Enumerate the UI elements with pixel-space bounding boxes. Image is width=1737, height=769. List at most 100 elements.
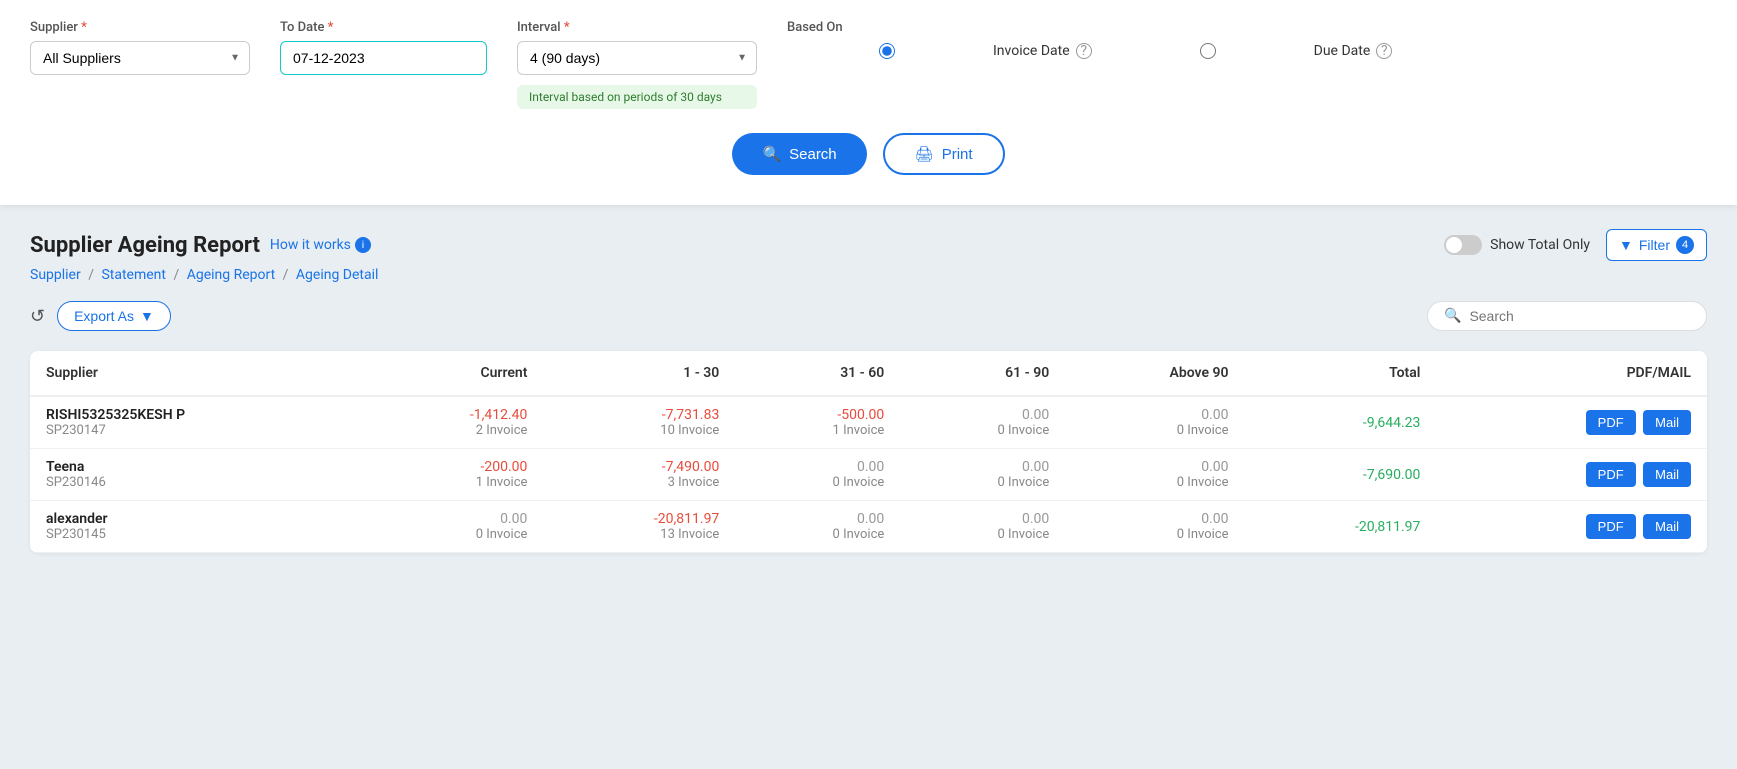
- cell-total-0: -9,644.23: [1245, 396, 1437, 449]
- cell-above90-0: 0.00 0 Invoice: [1065, 396, 1244, 449]
- breadcrumb-sep-2: /: [173, 267, 182, 283]
- above90-count-0: 0 Invoice: [1081, 423, 1228, 438]
- cell-actions-2: PDF Mail: [1436, 501, 1707, 553]
- col-61-90: 61 - 90: [900, 351, 1065, 396]
- cell-61-90-1: 0.00 0 Invoice: [900, 449, 1065, 501]
- refresh-icon[interactable]: ↺: [30, 306, 45, 327]
- current-amount-2: 0.00: [383, 511, 527, 527]
- how-it-works-icon: i: [355, 237, 371, 253]
- cell-current-0: -1,412.40 2 Invoice: [367, 396, 543, 449]
- search-button[interactable]: 🔍 Search: [732, 133, 866, 175]
- to-date-input[interactable]: [280, 41, 487, 75]
- supplier-code-0: SP230147: [46, 423, 351, 438]
- invoice-date-option: Invoice Date ?: [787, 43, 1092, 59]
- col61-90-count-2: 0 Invoice: [916, 527, 1049, 542]
- search-icon: 🔍: [762, 145, 781, 163]
- breadcrumb-sep-3: /: [283, 267, 292, 283]
- report-title-area: Supplier Ageing Report How it works i: [30, 233, 371, 258]
- cell-31-60-1: 0.00 0 Invoice: [735, 449, 900, 501]
- breadcrumb-ageing-report[interactable]: Ageing Report: [187, 267, 275, 283]
- cell-above90-2: 0.00 0 Invoice: [1065, 501, 1244, 553]
- right-controls: Show Total Only ▼ Filter 4: [1444, 229, 1707, 261]
- cell-1-30-0: -7,731.83 10 Invoice: [543, 396, 735, 449]
- table-header-row: Supplier Current 1 - 30 31 - 60 61 - 90 …: [30, 351, 1707, 396]
- col31-60-amount-0: -500.00: [751, 407, 884, 423]
- cell-31-60-2: 0.00 0 Invoice: [735, 501, 900, 553]
- interval-select[interactable]: 4 (90 days): [517, 41, 757, 75]
- col31-60-amount-1: 0.00: [751, 459, 884, 475]
- invoice-date-radio[interactable]: [787, 43, 987, 59]
- to-date-filter-group: To Date *: [280, 20, 487, 75]
- col1-30-amount-1: -7,490.00: [559, 459, 719, 475]
- col61-90-amount-0: 0.00: [916, 407, 1049, 423]
- required-star: *: [81, 20, 87, 35]
- table-row: RISHI5325325KESH P SP230147 -1,412.40 2 …: [30, 396, 1707, 449]
- col-total: Total: [1245, 351, 1437, 396]
- report-title: Supplier Ageing Report: [30, 233, 260, 258]
- current-count-0: 2 Invoice: [383, 423, 527, 438]
- current-amount-1: -200.00: [383, 459, 527, 475]
- supplier-code-2: SP230145: [46, 527, 351, 542]
- due-date-info-icon[interactable]: ?: [1376, 43, 1392, 59]
- cell-actions-0: PDF Mail: [1436, 396, 1707, 449]
- interval-label: Interval *: [517, 20, 757, 35]
- cell-current-1: -200.00 1 Invoice: [367, 449, 543, 501]
- report-section: Supplier Ageing Report How it works i Sh…: [0, 205, 1737, 577]
- mail-button-2[interactable]: Mail: [1643, 514, 1691, 539]
- filters-row: Supplier * All Suppliers To Date * Inter…: [30, 20, 1707, 109]
- pdf-button-0[interactable]: PDF: [1586, 410, 1636, 435]
- invoice-date-info-icon[interactable]: ?: [1076, 43, 1092, 59]
- print-btn-label: Print: [942, 146, 973, 163]
- col1-30-count-2: 13 Invoice: [559, 527, 719, 542]
- how-it-works-link[interactable]: How it works i: [270, 237, 371, 253]
- filter-icon: ▼: [1619, 237, 1633, 253]
- toolbar-row: ↺ Export As ▼ 🔍: [30, 301, 1707, 331]
- above90-count-1: 0 Invoice: [1081, 475, 1228, 490]
- col-31-60: 31 - 60: [735, 351, 900, 396]
- show-total-toggle: Show Total Only: [1444, 235, 1590, 255]
- table-search-input[interactable]: [1469, 308, 1690, 324]
- supplier-name-2: alexander: [46, 511, 351, 527]
- based-on-label: Based On: [787, 20, 1392, 35]
- supplier-code-1: SP230146: [46, 475, 351, 490]
- export-label: Export As: [74, 308, 134, 324]
- filter-button[interactable]: ▼ Filter 4: [1606, 229, 1707, 261]
- breadcrumb-statement[interactable]: Statement: [101, 267, 166, 283]
- cell-actions-1: PDF Mail: [1436, 449, 1707, 501]
- cell-61-90-2: 0.00 0 Invoice: [900, 501, 1065, 553]
- invoice-date-label: Invoice Date: [993, 43, 1070, 59]
- mail-button-0[interactable]: Mail: [1643, 410, 1691, 435]
- cell-above90-1: 0.00 0 Invoice: [1065, 449, 1244, 501]
- current-count-1: 1 Invoice: [383, 475, 527, 490]
- col1-30-count-0: 10 Invoice: [559, 423, 719, 438]
- col61-90-count-1: 0 Invoice: [916, 475, 1049, 490]
- mail-button-1[interactable]: Mail: [1643, 462, 1691, 487]
- filter-label: Filter: [1639, 237, 1670, 253]
- col-above-90: Above 90: [1065, 351, 1244, 396]
- breadcrumb-ageing-detail[interactable]: Ageing Detail: [296, 267, 379, 283]
- due-date-radio[interactable]: [1108, 43, 1308, 59]
- table-search-icon: 🔍: [1444, 308, 1461, 324]
- due-date-label: Due Date: [1314, 43, 1371, 59]
- required-star-3: *: [564, 20, 570, 35]
- pdf-button-1[interactable]: PDF: [1586, 462, 1636, 487]
- show-total-toggle-switch[interactable]: [1444, 235, 1482, 255]
- col31-60-count-1: 0 Invoice: [751, 475, 884, 490]
- export-button[interactable]: Export As ▼: [57, 301, 171, 331]
- cell-1-30-2: -20,811.97 13 Invoice: [543, 501, 735, 553]
- above90-count-2: 0 Invoice: [1081, 527, 1228, 542]
- cell-supplier-1: Teena SP230146: [30, 449, 367, 501]
- col1-30-amount-2: -20,811.97: [559, 511, 719, 527]
- breadcrumb-supplier[interactable]: Supplier: [30, 267, 81, 283]
- supplier-filter-group: Supplier * All Suppliers: [30, 20, 250, 75]
- table-search-box: 🔍: [1427, 301, 1707, 331]
- total-amount-1: -7,690.00: [1261, 467, 1421, 483]
- search-btn-label: Search: [789, 146, 837, 163]
- cell-total-2: -20,811.97: [1245, 501, 1437, 553]
- above90-amount-1: 0.00: [1081, 459, 1228, 475]
- print-button[interactable]: 🖨 Print: [883, 133, 1005, 175]
- col1-30-count-1: 3 Invoice: [559, 475, 719, 490]
- pdf-button-2[interactable]: PDF: [1586, 514, 1636, 539]
- supplier-select[interactable]: All Suppliers: [30, 41, 250, 75]
- cell-total-1: -7,690.00: [1245, 449, 1437, 501]
